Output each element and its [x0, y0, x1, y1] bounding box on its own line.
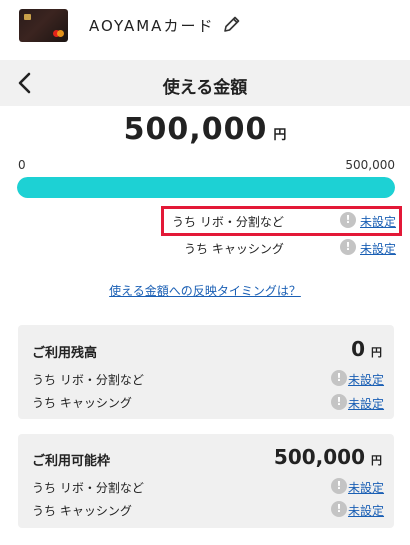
page-title: 使える金額 [162, 78, 248, 98]
balance-amount: 0 [351, 337, 365, 361]
balance-unit: 円 [371, 346, 382, 359]
available-amount-value: 500,000 [123, 112, 268, 147]
card-thumbnail [19, 9, 68, 42]
info-icon[interactable]: ! [331, 370, 347, 386]
pencil-icon[interactable] [222, 14, 242, 34]
card-chip [24, 14, 31, 20]
available-progress-bar [17, 177, 395, 198]
info-icon[interactable]: ! [331, 394, 347, 410]
balance-cashing-status-link[interactable]: 未設定 [348, 395, 384, 412]
available-row-cashing-label: うち キャッシング [184, 242, 284, 256]
limit-panel: ご利用可能枠 500,000 円 うち リボ・分割など ! 未設定 うち キャッシ… [18, 434, 394, 528]
info-icon[interactable]: ! [331, 501, 347, 517]
bar-axis-max: 500,000 [345, 158, 395, 172]
limit-value: 500,000 円 [274, 445, 382, 469]
limit-cashing-status-link[interactable]: 未設定 [348, 502, 384, 519]
card-header: AOYAMAカード [0, 0, 410, 58]
info-icon[interactable]: ! [331, 478, 347, 494]
balance-row-revolving-label: うち リボ・分割など [32, 373, 144, 387]
available-row-revolving-label: うち リボ・分割など [172, 215, 284, 229]
limit-unit: 円 [371, 454, 382, 467]
limit-amount: 500,000 [273, 445, 365, 469]
balance-panel: ご利用残高 0円 うち リボ・分割など ! 未設定 うち キャッシング ! 未設… [18, 325, 394, 419]
available-amount-unit: 円 [273, 128, 287, 143]
available-progress-fill [17, 177, 395, 198]
balance-row-cashing-label: うち キャッシング [32, 396, 132, 410]
balance-value: 0円 [351, 337, 382, 361]
balance-title: ご利用残高 [32, 346, 98, 361]
mastercard-logo-right [57, 30, 64, 37]
available-amount: 500,000 円 [0, 112, 410, 147]
limit-revolving-status-link[interactable]: 未設定 [348, 479, 384, 496]
card-name: AOYAMAカード [89, 17, 215, 35]
available-revolving-status-link[interactable]: 未設定 [360, 213, 396, 230]
info-icon[interactable]: ! [340, 239, 356, 255]
reflection-timing-link[interactable]: 使える金額への反映タイミングは？ [0, 282, 410, 299]
nav-bar: 使える金額 [0, 60, 410, 106]
info-icon[interactable]: ! [340, 212, 356, 228]
bar-axis-min: 0 [18, 158, 26, 172]
limit-row-cashing-label: うち キャッシング [32, 504, 132, 518]
limit-title: ご利用可能枠 [32, 454, 111, 469]
available-cashing-status-link[interactable]: 未設定 [360, 240, 396, 257]
limit-row-revolving-label: うち リボ・分割など [32, 481, 144, 495]
balance-revolving-status-link[interactable]: 未設定 [348, 371, 384, 388]
